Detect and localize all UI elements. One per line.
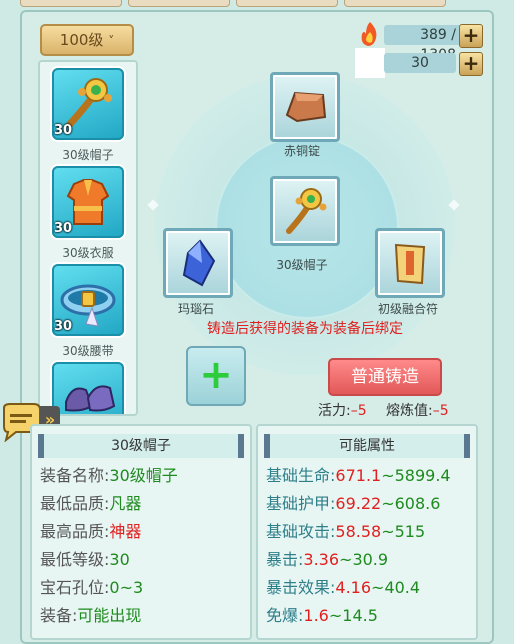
equipment-info-title: 30级帽子 — [38, 434, 244, 458]
hat-icon — [286, 188, 327, 234]
list-item[interactable]: 30 30级腰带 — [52, 264, 124, 359]
item-list[interactable]: 30 30级帽子 30 30级衣服 30 30级腰带 — [38, 60, 138, 416]
add-fire-button[interactable]: + — [459, 24, 483, 48]
normal-forge-button[interactable]: 普通铸造 — [328, 358, 442, 396]
chevron-down-icon: ˅ — [108, 34, 115, 48]
info-row: 最低等级:30 — [40, 550, 130, 569]
info-row: 装备名称:30级帽子 — [40, 466, 178, 485]
copper-ingot-icon — [285, 91, 327, 123]
slot-label-left: 玛瑙石 — [177, 302, 214, 316]
resource-slot-blank — [355, 48, 385, 78]
possible-attrs-title: 可能属性 — [264, 434, 470, 458]
top-tab-2[interactable] — [128, 0, 230, 7]
attr-row: 暴击:3.36~30.9 — [266, 550, 389, 569]
list-item[interactable]: 30 30级衣服 — [52, 166, 124, 261]
level-filter-label: 100级 — [59, 31, 104, 49]
equipment-info-panel: 30级帽子 装备名称:30级帽子 最低品质:凡器 最高品质:神器 最低等级:30… — [30, 424, 252, 640]
hat-icon: 30 — [52, 68, 124, 140]
material-slot-top[interactable] — [270, 72, 340, 142]
energy-cost: 活力:–5 — [318, 400, 367, 420]
top-tab-1[interactable] — [20, 0, 122, 7]
info-row: 最低品质:凡器 — [40, 494, 142, 513]
add-material-button[interactable]: + — [186, 346, 246, 406]
bind-warning: 铸造后获得的装备为装备后绑定 — [207, 321, 403, 337]
info-row: 装备:可能出现 — [40, 606, 142, 625]
clothes-icon: 30 — [52, 166, 124, 238]
info-row: 最高品质:神器 — [40, 522, 142, 541]
material-slot-left[interactable] — [163, 228, 233, 298]
smelt-cost: 熔炼值:–5 — [386, 400, 449, 420]
smelt-cost-value: –5 — [432, 403, 449, 419]
list-item[interactable] — [52, 362, 124, 414]
attr-row: 免爆:1.6~14.5 — [266, 606, 378, 625]
material-slot-right[interactable] — [375, 228, 445, 298]
boots-icon — [52, 362, 124, 414]
list-item-label: 30级衣服 — [62, 246, 114, 260]
fusion-talisman-icon — [394, 243, 426, 285]
fire-counter: 389 / 1308 — [384, 25, 462, 63]
list-item[interactable]: 30 30级帽子 — [52, 68, 124, 163]
smelt-cost-label: 熔炼值: — [386, 403, 433, 419]
list-item-label: 30级帽子 — [62, 148, 114, 162]
agate-stone-icon — [182, 239, 216, 287]
level-filter-dropdown[interactable]: 100级 ˅ — [40, 24, 134, 56]
attr-row: 基础生命:671.1~5899.4 — [266, 466, 451, 485]
energy-cost-label: 活力: — [318, 403, 351, 419]
attr-row: 基础护甲:69.22~608.6 — [266, 494, 441, 513]
second-counter: 30 — [384, 53, 456, 73]
item-level-badge: 30 — [54, 221, 73, 236]
top-tab-4[interactable] — [344, 0, 446, 7]
attr-row: 暴击效果:4.16~40.4 — [266, 578, 421, 597]
equipment-slot-center[interactable] — [270, 176, 340, 246]
attr-row: 基础攻击:58.58~515 — [266, 522, 426, 541]
fire-icon — [356, 20, 384, 48]
slot-label-right: 初级融合符 — [377, 302, 438, 316]
possible-attrs-panel: 可能属性 基础生命:671.1~5899.4 基础护甲:69.22~608.6 … — [256, 424, 478, 640]
add-second-button[interactable]: + — [459, 52, 483, 76]
belt-icon: 30 — [52, 264, 124, 336]
slot-label-top: 赤铜锭 — [283, 144, 320, 158]
item-level-badge: 30 — [54, 319, 73, 334]
slot-label-center: 30级帽子 — [276, 258, 328, 272]
info-row: 宝石孔位:0~3 — [40, 578, 144, 597]
list-item-label: 30级腰带 — [62, 344, 114, 358]
energy-cost-value: –5 — [350, 403, 367, 419]
top-tab-3[interactable] — [236, 0, 338, 7]
item-level-badge: 30 — [54, 123, 73, 138]
